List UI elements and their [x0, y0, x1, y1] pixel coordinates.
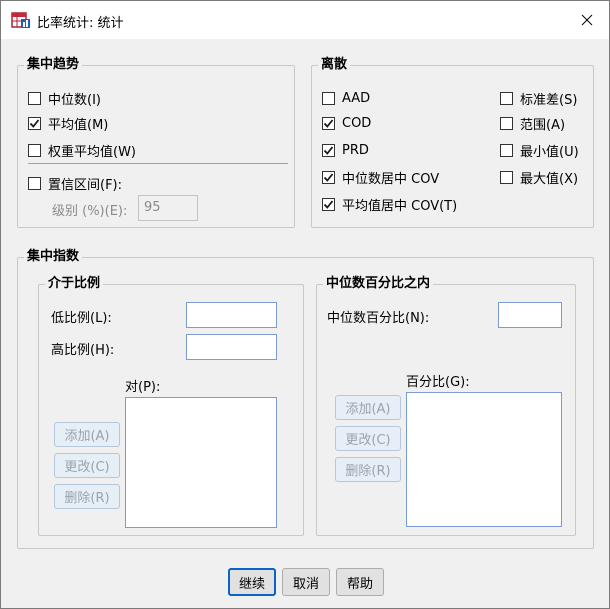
- minimum-label: 最小值(U): [520, 144, 579, 160]
- minimum-checkbox-box[interactable]: [500, 143, 513, 157]
- concentration-index-title: 集中指数: [24, 249, 83, 265]
- dispersion-title: 离散: [318, 57, 351, 73]
- checkmark-icon: [29, 118, 40, 128]
- checkmark-icon: [323, 199, 334, 209]
- mean-cov-checkbox[interactable]: 平均值居中 COV(T): [322, 195, 458, 214]
- checkmark-icon: [323, 172, 334, 182]
- change-pair-button[interactable]: 更改(C): [54, 453, 120, 478]
- std-dev-checkbox[interactable]: 标准差(S): [500, 89, 578, 108]
- mean-label: 平均值(M): [48, 117, 109, 133]
- add-percentage-button[interactable]: 添加(A): [335, 395, 401, 420]
- percentages-listbox[interactable]: [406, 392, 562, 527]
- median-checkbox-box[interactable]: [28, 91, 41, 105]
- prd-checkbox[interactable]: PRD: [322, 141, 369, 159]
- table-chart-icon: [11, 12, 30, 28]
- weighted-mean-checkbox-box[interactable]: [28, 143, 41, 157]
- checkmark-icon: [323, 118, 334, 128]
- percent-median-label: 中位数百分比(N):: [327, 311, 430, 326]
- median-cov-checkbox-box[interactable]: [322, 170, 335, 184]
- maximum-label: 最大值(X): [520, 171, 579, 187]
- cod-label: COD: [342, 115, 372, 131]
- between-proportions-title: 介于比例: [45, 276, 104, 292]
- range-checkbox-box[interactable]: [500, 116, 513, 130]
- close-button[interactable]: [565, 1, 609, 39]
- checkmark-icon: [323, 145, 334, 155]
- maximum-checkbox[interactable]: 最大值(X): [500, 168, 579, 187]
- pairs-label: 对(P):: [125, 380, 161, 395]
- help-button[interactable]: 帮助: [336, 568, 384, 596]
- continue-button[interactable]: 继续: [228, 568, 276, 596]
- weighted-mean-checkbox[interactable]: 权重平均值(W): [28, 141, 136, 160]
- median-checkbox[interactable]: 中位数(I): [28, 89, 101, 108]
- high-proportion-input[interactable]: [186, 334, 277, 360]
- mean-cov-label: 平均值居中 COV(T): [342, 198, 458, 214]
- close-icon: [581, 14, 593, 26]
- window-title: 比率统计: 统计: [37, 16, 124, 31]
- median-label: 中位数(I): [48, 92, 101, 108]
- std-dev-label: 标准差(S): [520, 92, 578, 108]
- remove-percentage-button[interactable]: 删除(R): [335, 457, 401, 482]
- median-cov-label: 中位数居中 COV: [342, 171, 440, 187]
- change-percentage-button[interactable]: 更改(C): [335, 426, 401, 451]
- dispersion-group: 离散 AAD COD PRD 中位数居中 COV 平均值居中 COV(T) 标准…: [311, 57, 594, 228]
- title-bar: 比率统计: 统计: [1, 1, 609, 39]
- median-cov-checkbox[interactable]: 中位数居中 COV: [322, 168, 440, 187]
- low-proportion-label: 低比例(L):: [51, 311, 112, 326]
- aad-label: AAD: [342, 90, 371, 106]
- range-checkbox[interactable]: 范围(A): [500, 114, 566, 133]
- confidence-interval-checkbox[interactable]: 置信区间(F):: [28, 174, 123, 193]
- cod-checkbox[interactable]: COD: [322, 114, 371, 132]
- central-separator: [28, 163, 288, 164]
- weighted-mean-label: 权重平均值(W): [48, 144, 136, 160]
- percentages-label: 百分比(G):: [406, 375, 470, 390]
- high-proportion-label: 高比例(H):: [51, 343, 115, 358]
- add-pair-button[interactable]: 添加(A): [54, 422, 120, 447]
- level-label: 级别 (%)(E):: [52, 204, 128, 219]
- remove-pair-button[interactable]: 删除(R): [54, 484, 120, 509]
- between-proportions-group: 介于比例 低比例(L): 高比例(H): 对(P): 添加(A) 更改(C) 删…: [38, 276, 304, 536]
- level-input[interactable]: 95: [138, 195, 198, 221]
- mean-cov-checkbox-box[interactable]: [322, 197, 335, 211]
- range-label: 范围(A): [520, 117, 566, 133]
- within-percent-median-title: 中位数百分比之内: [323, 276, 434, 292]
- std-dev-checkbox-box[interactable]: [500, 91, 513, 105]
- prd-label: PRD: [342, 142, 369, 158]
- concentration-index-group: 集中指数 介于比例 低比例(L): 高比例(H): 对(P): 添加(A) 更改…: [17, 249, 594, 549]
- pairs-listbox[interactable]: [125, 397, 277, 528]
- minimum-checkbox[interactable]: 最小值(U): [500, 141, 579, 160]
- mean-checkbox[interactable]: 平均值(M): [28, 114, 109, 133]
- dialog-window: 比率统计: 统计 集中趋势 中位数(I) 平均值(M) 权重平均值(W) 置信区…: [0, 0, 610, 609]
- low-proportion-input[interactable]: [186, 302, 277, 328]
- prd-checkbox-box[interactable]: [322, 143, 335, 157]
- aad-checkbox-box[interactable]: [322, 91, 335, 105]
- confidence-interval-label: 置信区间(F):: [48, 177, 123, 193]
- aad-checkbox[interactable]: AAD: [322, 89, 370, 107]
- confidence-interval-checkbox-box[interactable]: [28, 176, 41, 190]
- mean-checkbox-box[interactable]: [28, 116, 41, 130]
- percent-median-input[interactable]: [498, 302, 562, 328]
- within-percent-median-group: 中位数百分比之内 中位数百分比(N): 百分比(G): 添加(A) 更改(C) …: [316, 276, 576, 536]
- cod-checkbox-box[interactable]: [322, 116, 335, 130]
- maximum-checkbox-box[interactable]: [500, 170, 513, 184]
- cancel-button[interactable]: 取消: [282, 568, 330, 596]
- central-tendency-title: 集中趋势: [24, 57, 83, 73]
- central-tendency-group: 集中趋势 中位数(I) 平均值(M) 权重平均值(W) 置信区间(F): 级别 …: [17, 57, 295, 228]
